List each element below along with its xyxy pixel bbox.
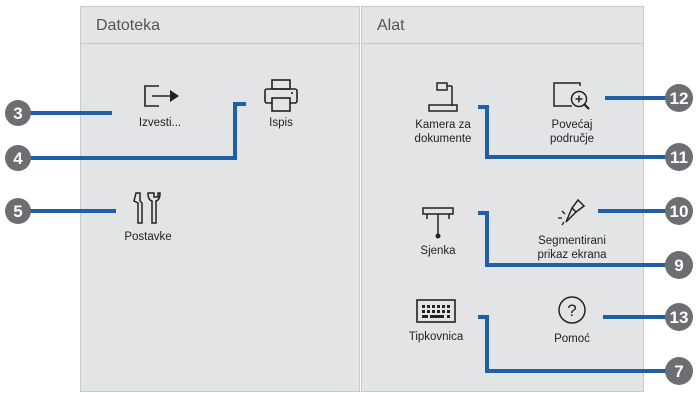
help-button[interactable]: ? Pomoć: [532, 294, 612, 346]
svg-text:9: 9: [674, 256, 683, 275]
document-camera-icon: [388, 80, 498, 114]
callout-7: 7: [665, 357, 693, 385]
svg-text:4: 4: [13, 149, 23, 168]
svg-text:7: 7: [674, 362, 683, 381]
help-label: Pomoć: [554, 333, 590, 345]
callout-4: 4: [5, 145, 31, 171]
file-panel-title: Datoteka: [96, 17, 161, 34]
shade-icon: [398, 206, 478, 240]
print-button[interactable]: Ispis: [256, 78, 306, 130]
svg-text:?: ?: [567, 301, 576, 320]
callout-12: 12: [665, 84, 693, 112]
export-icon: [110, 82, 210, 112]
keyboard-button[interactable]: Tipkovnica: [386, 296, 486, 344]
svg-text:12: 12: [670, 89, 689, 108]
shade-button[interactable]: Sjenka: [398, 206, 478, 258]
tools-panel-title: Alat: [377, 17, 405, 34]
zoom-icon: [522, 80, 622, 114]
shade-label: Sjenka: [420, 245, 456, 257]
callout-5: 5: [5, 198, 31, 224]
help-icon: ?: [532, 294, 612, 328]
spotlight-icon: [512, 196, 632, 230]
svg-text:5: 5: [13, 202, 22, 221]
svg-text:11: 11: [670, 148, 688, 167]
callout-10: 10: [665, 197, 693, 225]
callout-9: 9: [665, 251, 693, 279]
document-camera-button[interactable]: Kamera za dokumente: [388, 80, 498, 146]
keyboard-label: Tipkovnica: [408, 331, 464, 343]
zoom-label: Povećaj područje: [549, 119, 595, 145]
spotlight-label: Segmentirani prikaz ekrana: [537, 235, 607, 261]
export-button[interactable]: Izvesti...: [110, 82, 210, 130]
settings-button[interactable]: Postavke: [108, 190, 188, 244]
callout-11: 11: [665, 143, 693, 171]
svg-text:10: 10: [670, 202, 689, 221]
document-camera-label: Kamera za dokumente: [414, 119, 472, 145]
callout-3: 3: [5, 100, 31, 126]
export-label: Izvesti...: [138, 117, 182, 129]
spotlight-button[interactable]: Segmentirani prikaz ekrana: [512, 196, 632, 262]
zoom-button[interactable]: Povećaj područje: [522, 80, 622, 146]
printer-icon: [256, 78, 306, 114]
tools-panel-header: Alat: [362, 7, 643, 44]
callout-13: 13: [665, 303, 693, 331]
file-panel-header: Datoteka: [81, 7, 359, 44]
keyboard-icon: [386, 296, 486, 326]
svg-text:13: 13: [670, 308, 689, 327]
svg-text:3: 3: [13, 104, 22, 123]
print-label: Ispis: [269, 117, 293, 129]
tools-icon: [108, 190, 188, 226]
settings-label: Postavke: [124, 231, 172, 243]
